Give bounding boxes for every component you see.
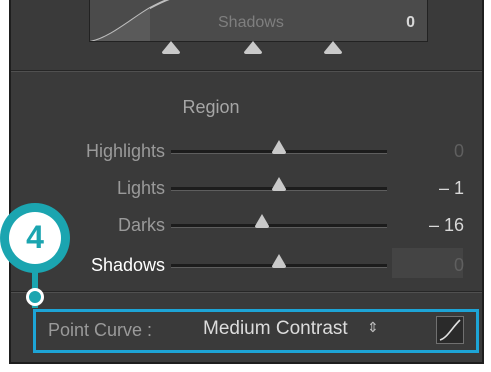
slider-label: Highlights: [85, 141, 165, 161]
up-down-arrows-icon: ⇕: [366, 319, 379, 335]
slider-darks: Darks – 16: [11, 214, 482, 238]
curve-edit-icon[interactable]: [436, 316, 464, 344]
slider-thumb[interactable]: [271, 139, 287, 155]
slider-label: Darks: [117, 215, 165, 235]
point-curve-label: Point Curve :: [48, 320, 153, 340]
slider-value[interactable]: 0: [414, 141, 464, 162]
tone-curve-graph[interactable]: Shadows 0: [89, 0, 428, 42]
callout-dot: [26, 288, 44, 306]
slider-track[interactable]: [171, 140, 387, 154]
slider-highlights: Highlights 0: [11, 140, 482, 164]
point-curve-highlight-box: Point Curve : Medium Contrast ⇕: [33, 309, 479, 353]
callout-badge-inner: 4: [9, 212, 61, 264]
slider-label: Lights: [116, 178, 165, 198]
split-point-handle-2[interactable]: [243, 41, 263, 55]
split-point-handle-3[interactable]: [323, 41, 343, 55]
callout-badge: 4: [0, 203, 70, 273]
curve-readout-label: Shadows: [218, 14, 284, 31]
point-curve-selected: Medium Contrast: [203, 318, 348, 339]
slider-thumb[interactable]: [254, 213, 270, 229]
slider-thumb[interactable]: [271, 253, 287, 269]
slider-shadows: Shadows 0: [11, 248, 482, 278]
slider-value[interactable]: – 16: [414, 215, 464, 236]
slider-value[interactable]: – 1: [414, 178, 464, 199]
region-title: Region: [182, 97, 240, 117]
slider-value[interactable]: 0: [414, 255, 464, 276]
section-divider-highlight: [11, 292, 482, 293]
slider-track[interactable]: [171, 214, 387, 228]
slider-track[interactable]: [171, 254, 387, 268]
point-curve-select[interactable]: Medium Contrast ⇕: [203, 318, 379, 340]
curve-readout-value: 0: [406, 14, 415, 31]
section-divider-highlight: [11, 71, 482, 72]
slider-track[interactable]: [171, 177, 387, 191]
slider-label: Shadows: [90, 255, 165, 275]
slider-lights: Lights – 1: [11, 177, 482, 201]
slider-thumb[interactable]: [271, 176, 287, 192]
callout-number: 4: [26, 219, 44, 255]
split-point-handle-1[interactable]: [161, 41, 181, 55]
